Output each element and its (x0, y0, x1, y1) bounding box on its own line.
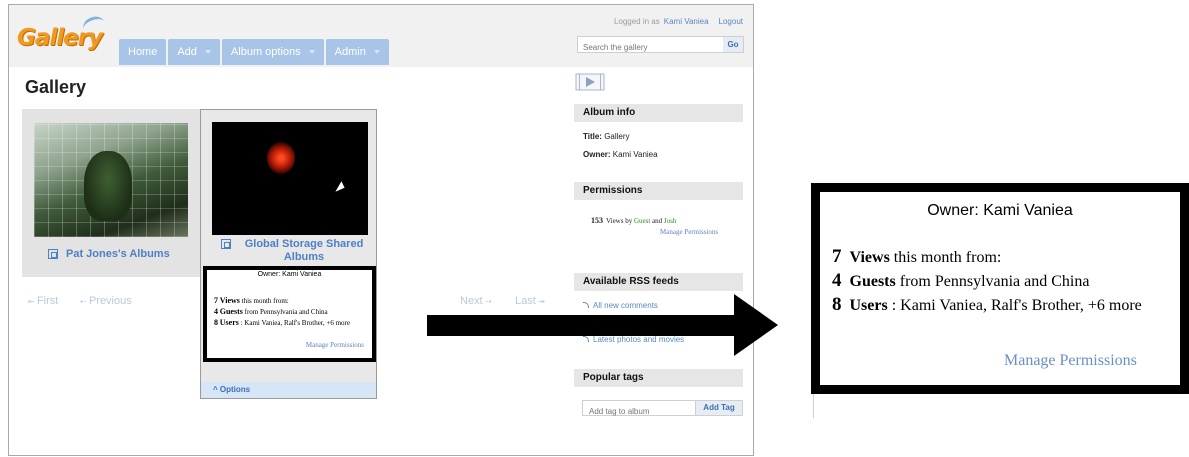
rss-icon (583, 302, 589, 308)
album-icon (48, 249, 58, 259)
rss-header: Available RSS feeds (574, 273, 743, 291)
permissions-popup: Owner: Kami Vaniea 7 Views this month fr… (203, 266, 376, 362)
pager-first[interactable]: ⇤ First (28, 295, 58, 307)
josh-link[interactable]: Josh (664, 217, 676, 225)
album-icon (221, 239, 231, 249)
popup-views-line: 7 Views this month from: (214, 296, 289, 305)
zoom-views-line: 7 Views this month from: (832, 246, 1002, 267)
last-icon: ⇥ (535, 297, 545, 306)
next-icon: ⇢ (482, 297, 492, 306)
chevron-down-icon (373, 50, 380, 54)
search-box: Go (577, 36, 744, 55)
guest-link[interactable]: Guest (634, 217, 650, 225)
nav-admin[interactable]: Admin (325, 39, 389, 65)
popup-manage-permissions-link[interactable]: Manage Permissions (306, 341, 364, 349)
tag-input[interactable] (583, 404, 699, 419)
zoomed-popup-callout: Owner: Kami Vaniea 7 Views this month fr… (811, 183, 1189, 394)
permissions-summary: 153 Views by Guest and Josh (591, 216, 677, 225)
pager-last[interactable]: Last ⇥ (515, 295, 545, 307)
rss-icon (583, 336, 589, 342)
add-tag-button[interactable]: Add Tag (695, 401, 742, 415)
chevron-down-icon (204, 50, 211, 54)
popular-tags-header: Popular tags (574, 369, 743, 387)
callout-arrow-icon (734, 294, 778, 356)
pager-next[interactable]: Next ⇢ (460, 295, 492, 307)
chevron-down-icon (308, 50, 315, 54)
nav-album-options[interactable]: Album options (221, 39, 324, 65)
first-icon: ⇤ (28, 297, 37, 306)
album-thumbnail[interactable] (34, 123, 188, 237)
rss-latest-photos[interactable]: Latest photos and movies (583, 335, 684, 344)
permissions-header: Permissions (574, 182, 743, 200)
zoom-owner: Owner: Kami Vaniea (927, 202, 1073, 219)
search-go-button[interactable]: Go (723, 37, 743, 52)
rss-all-comments[interactable]: All new comments (583, 301, 658, 310)
logout-link[interactable]: Logout (719, 17, 743, 26)
page-title: Gallery (25, 77, 87, 97)
user-link[interactable]: Kami Vaniea (664, 17, 709, 26)
add-tag-form: Add Tag (582, 400, 743, 419)
popup-guests-line: 4 Guests from Pennsylvania and China (214, 307, 328, 316)
options-toggle[interactable]: ^ Options (201, 382, 376, 398)
callout-arrow-shaft (427, 315, 737, 336)
popup-users-line: 8 Users : Kami Vaniea, Ralf's Brother, +… (214, 318, 350, 327)
nav-add[interactable]: Add (168, 39, 220, 65)
pager-previous[interactable]: ⇠ Previous (80, 295, 132, 307)
zoom-manage-permissions-link[interactable]: Manage Permissions (1004, 352, 1137, 370)
zoom-guests-line: 4 Guests from Pennsylvania and China (832, 270, 1090, 291)
login-status: Logged in as Kami Vaniea Logout (613, 17, 743, 26)
previous-icon: ⇠ (80, 297, 89, 306)
main-nav: Home Add Album options Admin (119, 39, 391, 65)
divider (813, 394, 814, 418)
zoom-users-line: 8 Users : Kami Vaniea, Ralf's Brother, +… (832, 294, 1142, 315)
manage-permissions-link[interactable]: Manage Permissions (660, 228, 718, 236)
cursor-icon (335, 181, 347, 195)
album-info-header: Album info (574, 104, 743, 122)
slideshow-icon[interactable] (575, 73, 605, 91)
popup-owner: Owner: Kami Vaniea (257, 271, 322, 278)
album-title-info: Title: Gallery (583, 132, 630, 141)
album-thumbnail[interactable] (212, 122, 368, 235)
album-title-pat-jones[interactable]: Pat Jones's Albums (48, 248, 170, 260)
album-title-global-storage[interactable]: Global Storage Shared Albums (221, 238, 371, 264)
header: Gallery Home Add Album options Admin Log… (9, 5, 753, 67)
chevron-up-icon: ^ (213, 385, 220, 394)
album-owner-info: Owner: Kami Vaniea (583, 150, 658, 159)
gallery-logo[interactable]: Gallery (17, 13, 108, 53)
nav-home[interactable]: Home (119, 39, 167, 65)
search-input[interactable] (578, 40, 728, 55)
